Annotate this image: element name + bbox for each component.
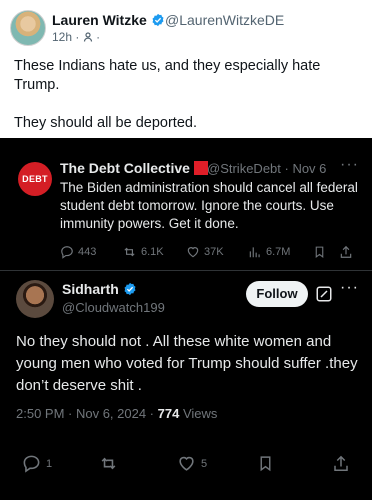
share-icon: [334, 455, 348, 471]
quoted-reply-button[interactable]: 443: [60, 245, 96, 259]
quoted-author-name-label: The Debt Collective: [60, 160, 190, 176]
outer-paragraph-1: These Indians hate us, and they especial…: [14, 58, 321, 93]
quoted-reply-count: 443: [78, 246, 97, 258]
author-name-label: Lauren Witzke: [52, 12, 147, 28]
reply-reply-count: 1: [46, 457, 53, 470]
reply-like-count: 5: [201, 457, 208, 470]
quoted-view-count: 6.7M: [266, 246, 291, 258]
reply-bookmark-button[interactable]: [257, 454, 274, 473]
reply-views-label: Views: [179, 406, 218, 421]
quoted-like-button[interactable]: 37K: [186, 245, 224, 259]
follow-button[interactable]: Follow: [246, 281, 308, 307]
outer-paragraph-2: They should all be deported.: [14, 115, 197, 131]
reply-timestamp[interactable]: 2:50 PM · Nov 6, 2024 ·: [16, 406, 158, 421]
reply-like-button[interactable]: 5: [177, 454, 207, 473]
reply-reply-button[interactable]: 1: [22, 454, 52, 473]
quoted-author-name[interactable]: The Debt Collective: [60, 160, 208, 176]
reply-repost-button[interactable]: [98, 454, 119, 473]
reply-author-name-label: Sidharth: [62, 281, 119, 297]
reply-more-button[interactable]: ···: [340, 279, 359, 297]
quoted-bookmark-button[interactable]: [313, 245, 326, 259]
divider: [0, 270, 372, 271]
quoted-share-button[interactable]: [339, 245, 353, 259]
grok-icon[interactable]: [315, 285, 333, 303]
red-square-emoji: [193, 161, 208, 175]
reply-share-button[interactable]: [332, 454, 350, 473]
share-icon: [340, 245, 352, 258]
views-icon: [249, 247, 260, 258]
reply-icon: [61, 246, 73, 259]
embedded-screenshot: DEBT The Debt Collective @StrikeDebt · N…: [0, 138, 372, 500]
heart-icon: [179, 456, 194, 471]
reply-author-name[interactable]: Sidharth: [62, 281, 137, 297]
post-time[interactable]: 12h: [52, 30, 72, 44]
post-meta: 12h · ·: [52, 30, 100, 44]
audience-icon: [83, 32, 92, 42]
quoted-views-button[interactable]: 6.7M: [248, 245, 290, 259]
repost-icon: [124, 247, 135, 257]
verified-badge-icon: [152, 13, 164, 27]
reply-icon: [23, 455, 40, 473]
reply-view-count: 774: [157, 406, 180, 421]
quoted-repost-count: 6.1K: [141, 246, 164, 258]
quoted-post-text: The Biden administration should cancel a…: [60, 180, 358, 231]
quoted-like-count: 37K: [204, 246, 224, 258]
sidharth-avatar[interactable]: [16, 280, 54, 318]
outer-post-header: Lauren Witzke @LaurenWitzkeDE 12h · ·: [8, 8, 364, 48]
reply-post-text: No they should not . All these white wom…: [16, 333, 358, 394]
author-name[interactable]: Lauren Witzke: [52, 12, 165, 28]
bookmark-icon: [260, 456, 271, 472]
meta-separator-2: ·: [96, 30, 101, 44]
repost-icon: [101, 457, 116, 470]
quoted-more-button[interactable]: ···: [340, 156, 359, 174]
heart-icon: [187, 247, 199, 258]
quoted-repost-button[interactable]: 6.1K: [122, 245, 164, 259]
verified-badge-icon: [124, 282, 136, 296]
reply-author-handle[interactable]: @Cloudwatch199: [62, 300, 165, 315]
author-handle[interactable]: @LaurenWitzkeDE: [165, 12, 284, 28]
quoted-handle-date[interactable]: @StrikeDebt · Nov 6: [207, 161, 326, 176]
reply-post-meta: 2:50 PM · Nov 6, 2024 · 774 Views: [16, 406, 217, 421]
debt-collective-avatar[interactable]: DEBT: [18, 162, 52, 196]
avatar[interactable]: [10, 10, 46, 46]
bookmark-icon: [315, 246, 324, 258]
meta-separator: ·: [75, 30, 80, 44]
